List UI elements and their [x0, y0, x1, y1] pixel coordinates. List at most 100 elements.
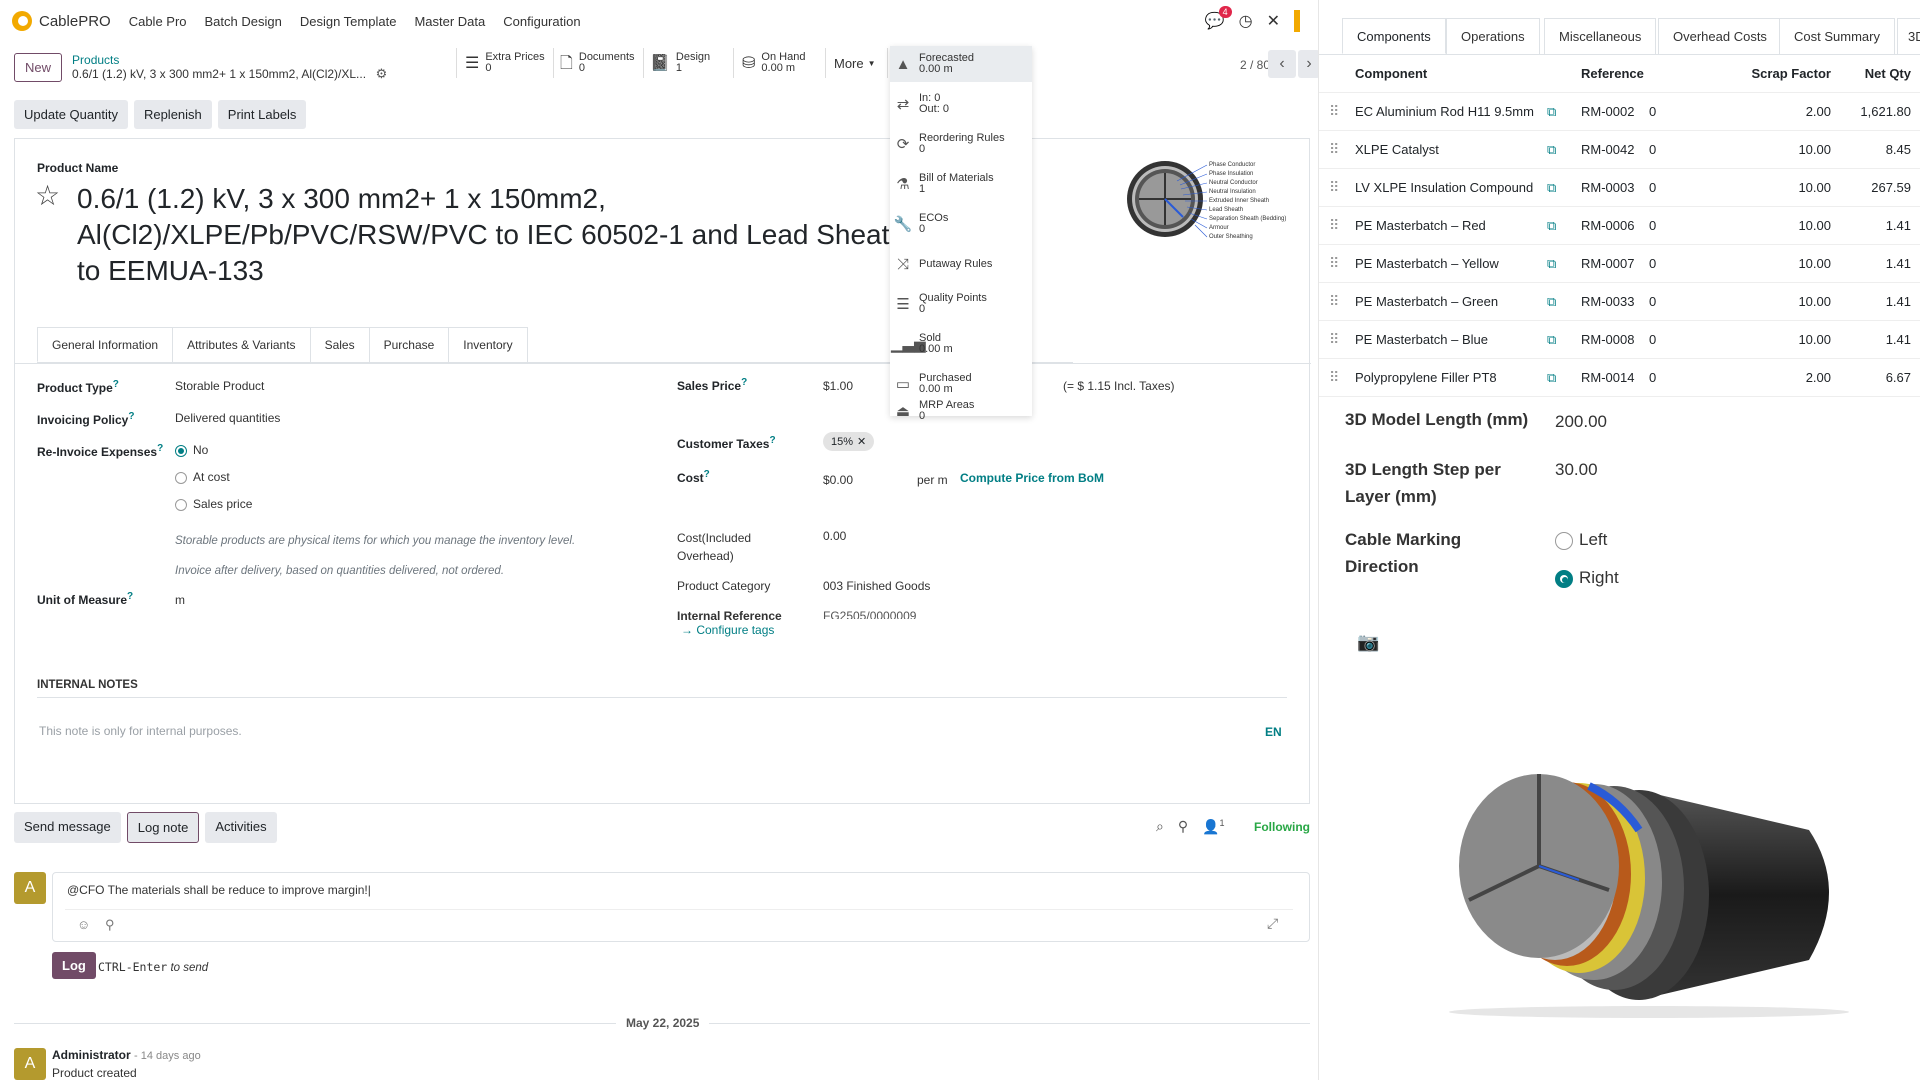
- tools-icon[interactable]: ✕: [1267, 11, 1280, 31]
- message-author[interactable]: Administrator: [52, 1048, 131, 1062]
- smart-design[interactable]: 📓 Design 1: [642, 48, 734, 78]
- table-row[interactable]: ⠿ XLPE Catalyst ⧉ RM-0042 0 10.00 8.45: [1319, 131, 1920, 169]
- dropdown-forecasted[interactable]: ▲ Forecasted 0.00 m: [890, 46, 1032, 82]
- length-step-input[interactable]: 30.00: [1555, 460, 1598, 480]
- tab-inventory[interactable]: Inventory: [448, 327, 528, 362]
- tab-sales[interactable]: Sales: [309, 327, 370, 362]
- table-row[interactable]: ⠿ PE Masterbatch – Blue ⧉ RM-0008 0 10.00 1.41: [1319, 321, 1920, 359]
- component-name[interactable]: PE Masterbatch – Blue: [1355, 332, 1488, 347]
- copy-icon[interactable]: ⧉: [1547, 218, 1556, 234]
- drag-handle-icon[interactable]: ⠿: [1329, 255, 1339, 272]
- language-button[interactable]: EN: [1265, 725, 1282, 739]
- invoicing-policy-value[interactable]: Delivered quantities: [175, 411, 280, 425]
- scrap-factor[interactable]: 10.00: [1731, 256, 1831, 271]
- tab-purchase[interactable]: Purchase: [368, 327, 450, 362]
- chat-icon[interactable]: 💬 4: [1205, 6, 1232, 31]
- uom-value[interactable]: m: [175, 593, 185, 607]
- scrap-factor[interactable]: 10.00: [1731, 294, 1831, 309]
- tab-general-information[interactable]: General Information: [37, 327, 174, 362]
- col-reference[interactable]: Reference: [1581, 66, 1644, 81]
- smart-on-hand[interactable]: ⛁ On Hand 0.00 m: [734, 48, 826, 78]
- component-name[interactable]: PE Masterbatch – Green: [1355, 294, 1498, 309]
- sales-price-value[interactable]: $1.00: [823, 379, 853, 393]
- drag-handle-icon[interactable]: ⠿: [1329, 369, 1339, 386]
- scrap-factor[interactable]: 10.00: [1731, 218, 1831, 233]
- reinvoice-option-sales-price[interactable]: Sales price: [175, 497, 252, 511]
- dropdown-sold[interactable]: ▁▃▅ Sold 0.00 m: [890, 326, 1032, 362]
- gear-icon[interactable]: ⚙: [376, 66, 388, 81]
- camera-icon[interactable]: 📷: [1357, 632, 1379, 653]
- composer-input[interactable]: @CFO The materials shall be reduce to im…: [67, 883, 371, 897]
- component-name[interactable]: PE Masterbatch – Red: [1355, 218, 1486, 233]
- col-scrap-factor[interactable]: Scrap Factor: [1731, 66, 1831, 81]
- dropdown-ecos[interactable]: 🔧 ECOs 0: [890, 206, 1032, 242]
- cost-value[interactable]: $0.00: [823, 473, 853, 487]
- menu-cable-pro[interactable]: Cable Pro: [129, 14, 187, 29]
- menu-design-template[interactable]: Design Template: [300, 14, 397, 29]
- table-row[interactable]: ⠿ PE Masterbatch – Red ⧉ RM-0006 0 10.00 1.41: [1319, 207, 1920, 245]
- dropdown-in-out[interactable]: ⇄ In: 0 Out: 0: [890, 86, 1032, 122]
- copy-icon[interactable]: ⧉: [1547, 104, 1556, 120]
- drag-handle-icon[interactable]: ⠿: [1329, 293, 1339, 310]
- drag-handle-icon[interactable]: ⠿: [1329, 331, 1339, 348]
- scrap-factor[interactable]: 10.00: [1731, 142, 1831, 157]
- copy-icon[interactable]: ⧉: [1547, 332, 1556, 348]
- scrap-factor[interactable]: 2.00: [1731, 104, 1831, 119]
- copy-icon[interactable]: ⧉: [1547, 180, 1556, 196]
- log-note-button[interactable]: Log note: [126, 812, 200, 843]
- component-name[interactable]: EC Aluminium Rod H11 9.5mm: [1355, 104, 1534, 119]
- component-name[interactable]: LV XLPE Insulation Compound: [1355, 180, 1533, 195]
- pager-next-button[interactable]: ›: [1298, 50, 1320, 78]
- col-net-qty[interactable]: Net Qty: [1831, 66, 1911, 81]
- cable-3d-model[interactable]: [1439, 750, 1859, 1020]
- copy-icon[interactable]: ⧉: [1547, 370, 1556, 386]
- drag-handle-icon[interactable]: ⠿: [1329, 103, 1339, 120]
- tab-miscellaneous[interactable]: Miscellaneous: [1544, 18, 1657, 54]
- tag-close-icon[interactable]: ✕: [857, 436, 866, 448]
- dropdown-putaway-rules[interactable]: ⤨ Putaway Rules: [890, 246, 1032, 282]
- table-row[interactable]: ⠿ PE Masterbatch – Yellow ⧉ RM-0007 0 10.00 1.…: [1319, 245, 1920, 283]
- tab-components[interactable]: Components: [1342, 18, 1446, 54]
- table-row[interactable]: ⠿ PE Masterbatch – Green ⧉ RM-0033 0 10.00 1.4…: [1319, 283, 1920, 321]
- model-length-input[interactable]: 200.00: [1555, 412, 1607, 432]
- smart-extra-prices[interactable]: ☰ Extra Prices 0: [456, 48, 554, 78]
- dropdown-purchased[interactable]: ▭ Purchased 0.00 m: [890, 366, 1032, 402]
- expand-icon[interactable]: ⤢: [1267, 915, 1278, 932]
- tab-operations[interactable]: Operations: [1446, 18, 1540, 54]
- print-labels-button[interactable]: Print Labels: [217, 100, 307, 129]
- update-quantity-button[interactable]: Update Quantity: [14, 100, 128, 129]
- more-button[interactable]: More ▼: [826, 48, 888, 78]
- col-component[interactable]: Component: [1355, 66, 1427, 81]
- drag-handle-icon[interactable]: ⠿: [1329, 217, 1339, 234]
- marking-option-right[interactable]: Right: [1555, 568, 1619, 588]
- smart-documents[interactable]: 🗋 Documents 0: [552, 48, 644, 78]
- dropdown-bill-of-materials[interactable]: ⚗ Bill of Materials 1: [890, 166, 1032, 202]
- internal-ref-value[interactable]: FG2505/0000009: [823, 609, 916, 619]
- clock-icon[interactable]: ◷: [1239, 11, 1253, 31]
- tab-attributes-variants[interactable]: Attributes & Variants: [172, 327, 311, 362]
- followers-icon[interactable]: 👤1: [1202, 818, 1224, 836]
- table-row[interactable]: ⠿ Polypropylene Filler PT8 ⧉ RM-0014 0 2.00 6.…: [1319, 359, 1920, 397]
- table-row[interactable]: ⠿ EC Aluminium Rod H11 9.5mm ⧉ RM-0002 0 2.00…: [1319, 93, 1920, 131]
- breadcrumb-products-link[interactable]: Products: [72, 53, 387, 67]
- brand[interactable]: CablePRO: [12, 11, 111, 31]
- product-title[interactable]: 0.6/1 (1.2) kV, 3 x 300 mm2+ 1 x 150mm2,…: [77, 181, 907, 289]
- pager-value[interactable]: 2 / 80: [1240, 58, 1270, 72]
- dropdown-reordering-rules[interactable]: ⟳ Reordering Rules 0: [890, 126, 1032, 162]
- menu-master-data[interactable]: Master Data: [414, 14, 485, 29]
- replenish-button[interactable]: Replenish: [133, 100, 212, 129]
- reinvoice-option-no[interactable]: No: [175, 443, 208, 457]
- scrap-factor[interactable]: 10.00: [1731, 332, 1831, 347]
- tab-cost-summary[interactable]: Cost Summary: [1779, 18, 1895, 54]
- tax-tag[interactable]: 15% ✕: [823, 432, 875, 451]
- cable-cross-section-image[interactable]: Phase Conductor Phase Insulation Neutral…: [1125, 159, 1305, 240]
- pager-prev-button[interactable]: ‹: [1268, 50, 1296, 78]
- reinvoice-option-at-cost[interactable]: At cost: [175, 470, 230, 484]
- internal-notes-input[interactable]: This note is only for internal purposes.: [39, 724, 242, 738]
- log-button[interactable]: Log: [52, 952, 96, 979]
- scrap-factor[interactable]: 10.00: [1731, 180, 1831, 195]
- paperclip-icon[interactable]: ⚲: [1178, 818, 1188, 836]
- drag-handle-icon[interactable]: ⠿: [1329, 179, 1339, 196]
- user-avatar[interactable]: [1294, 10, 1300, 32]
- component-name[interactable]: PE Masterbatch – Yellow: [1355, 256, 1499, 271]
